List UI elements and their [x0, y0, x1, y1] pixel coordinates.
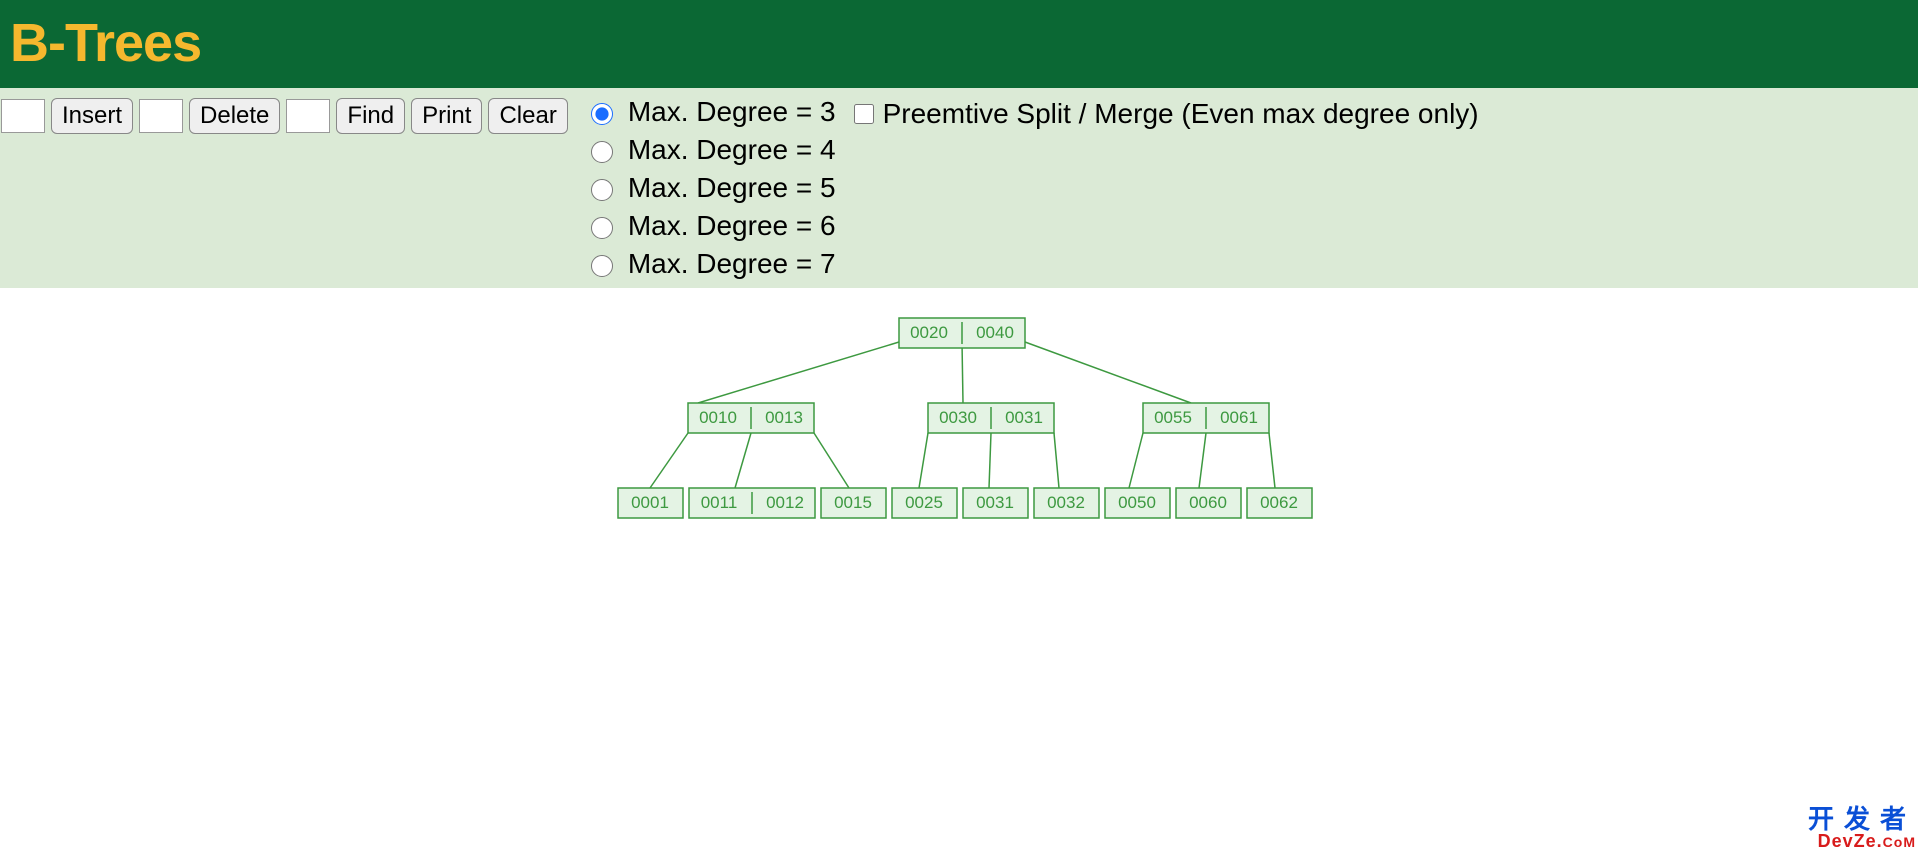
- tree-leaf: 0025: [892, 488, 957, 518]
- tree-leaf: 0011 0012: [689, 488, 815, 518]
- tree-key: 0012: [766, 493, 804, 512]
- watermark-line1: 开发者: [1808, 806, 1916, 832]
- button-group: Insert Delete Find Print Clear: [1, 96, 568, 134]
- tree-leaf: 0015: [821, 488, 886, 518]
- tree-svg: 0020 0040 0010 0013 0030 0031 0055 0061: [179, 288, 1739, 548]
- delete-input[interactable]: [139, 99, 183, 133]
- tree-edge: [698, 342, 899, 403]
- tree-edge: [814, 433, 849, 488]
- tree-node: 0055 0061: [1143, 403, 1269, 433]
- degree-radio-3[interactable]: [591, 103, 613, 125]
- tree-key: 0011: [701, 493, 738, 512]
- watermark-line2: DevZe.CoM: [1808, 832, 1916, 850]
- degree-radio-6[interactable]: [591, 217, 613, 239]
- tree-edge: [989, 433, 991, 488]
- degree-option-5[interactable]: Max. Degree = 5: [586, 172, 836, 204]
- degree-label-7: Max. Degree = 7: [628, 248, 836, 280]
- tree-key: 0001: [631, 493, 669, 512]
- tree-key: 0050: [1118, 493, 1156, 512]
- tree-key: 0015: [834, 493, 872, 512]
- tree-edge: [1129, 433, 1143, 488]
- degree-label-4: Max. Degree = 4: [628, 134, 836, 166]
- tree-leaf: 0062: [1247, 488, 1312, 518]
- tree-edge: [1199, 433, 1206, 488]
- tree-key: 0031: [1005, 408, 1043, 427]
- tree-leaf: 0031: [963, 488, 1028, 518]
- tree-key: 0020: [910, 323, 948, 342]
- tree-key: 0013: [765, 408, 803, 427]
- find-button[interactable]: Find: [336, 98, 405, 134]
- tree-edge: [962, 342, 963, 403]
- print-button[interactable]: Print: [411, 98, 482, 134]
- tree-edge: [1025, 342, 1191, 403]
- tree-key: 0031: [976, 493, 1014, 512]
- tree-edge: [1054, 433, 1059, 488]
- degree-radio-4[interactable]: [591, 141, 613, 163]
- tree-edge: [919, 433, 928, 488]
- degree-label-6: Max. Degree = 6: [628, 210, 836, 242]
- tree-key: 0040: [976, 323, 1014, 342]
- tree-leaf: 0060: [1176, 488, 1241, 518]
- degree-radio-group: Max. Degree = 3 Max. Degree = 4 Max. Deg…: [586, 96, 836, 280]
- tree-key: 0060: [1189, 493, 1227, 512]
- tree-key: 0010: [699, 408, 737, 427]
- tree-edge: [650, 433, 688, 488]
- tree-leaf: 0032: [1034, 488, 1099, 518]
- degree-label-3: Max. Degree = 3: [628, 96, 836, 128]
- tree-node: 0030 0031: [928, 403, 1054, 433]
- page-header: B-Trees: [0, 0, 1918, 88]
- preemptive-group: Preemtive Split / Merge (Even max degree…: [850, 96, 1479, 130]
- preemptive-checkbox[interactable]: [854, 104, 874, 124]
- watermark: 开发者 DevZe.CoM: [1808, 806, 1916, 850]
- tree-key: 0062: [1260, 493, 1298, 512]
- tree-leaf: 0001: [618, 488, 683, 518]
- tree-canvas: 0020 0040 0010 0013 0030 0031 0055 0061: [0, 288, 1918, 828]
- page-title: B-Trees: [10, 12, 1908, 74]
- find-input[interactable]: [286, 99, 330, 133]
- tree-key: 0055: [1154, 408, 1192, 427]
- tree-key: 0025: [905, 493, 943, 512]
- tree-node: 0010 0013: [688, 403, 814, 433]
- degree-label-5: Max. Degree = 5: [628, 172, 836, 204]
- insert-input[interactable]: [1, 99, 45, 133]
- insert-button[interactable]: Insert: [51, 98, 133, 134]
- degree-radio-7[interactable]: [591, 255, 613, 277]
- controls-bar: Insert Delete Find Print Clear Max. Degr…: [0, 88, 1918, 288]
- degree-option-3[interactable]: Max. Degree = 3: [586, 96, 836, 128]
- degree-radio-5[interactable]: [591, 179, 613, 201]
- tree-key: 0030: [939, 408, 977, 427]
- delete-button[interactable]: Delete: [189, 98, 280, 134]
- preemptive-label: Preemtive Split / Merge (Even max degree…: [883, 98, 1479, 130]
- degree-option-6[interactable]: Max. Degree = 6: [586, 210, 836, 242]
- tree-edge: [1269, 433, 1275, 488]
- tree-leaf: 0050: [1105, 488, 1170, 518]
- tree-node-root: 0020 0040: [899, 318, 1025, 348]
- tree-key: 0061: [1220, 408, 1258, 427]
- degree-option-4[interactable]: Max. Degree = 4: [586, 134, 836, 166]
- degree-option-7[interactable]: Max. Degree = 7: [586, 248, 836, 280]
- tree-edge: [735, 433, 751, 488]
- tree-key: 0032: [1047, 493, 1085, 512]
- clear-button[interactable]: Clear: [488, 98, 567, 134]
